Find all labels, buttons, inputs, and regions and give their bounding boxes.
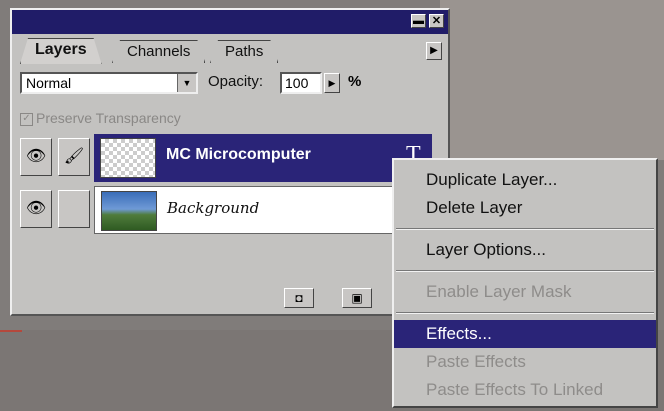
blend-opacity-row: Normal ▼ Opacity: 100 ▶ % — [20, 72, 440, 96]
menu-item-duplicate-layer[interactable]: Duplicate Layer... — [394, 166, 656, 194]
layer-row[interactable]: 👁 🖌 MC Microcomputer T — [16, 134, 432, 182]
eye-icon[interactable]: 👁 — [20, 190, 52, 228]
opacity-label: Opacity: — [208, 73, 264, 90]
preserve-transparency-label: Preserve Transparency — [36, 110, 181, 126]
layer-name: Background — [167, 199, 260, 217]
layer-context-menu: Duplicate Layer... Delete Layer Layer Op… — [392, 158, 658, 408]
palette-tabs: Layers Channels Paths ▶ — [20, 38, 442, 64]
menu-item-paste-effects[interactable]: Paste Effects — [394, 348, 656, 376]
layer-body-selected[interactable]: MC Microcomputer T — [94, 134, 432, 182]
opacity-unit: % — [348, 73, 362, 90]
menu-item-delete-layer[interactable]: Delete Layer — [394, 194, 656, 222]
chevron-down-icon[interactable]: ▼ — [177, 74, 196, 92]
checkbox-icon: ✓ — [20, 112, 33, 126]
layers-palette: ▬ ✕ Layers Channels Paths ▶ Normal ▼ Opa… — [10, 8, 450, 316]
layer-body[interactable]: Background — [94, 186, 432, 234]
palette-titlebar[interactable]: ▬ ✕ — [12, 10, 448, 34]
menu-item-effects[interactable]: Effects... — [394, 320, 656, 348]
menu-item-paste-effects-to-linked[interactable]: Paste Effects To Linked — [394, 376, 656, 404]
menu-separator — [396, 228, 654, 230]
menu-separator — [396, 270, 654, 272]
background-light-area — [440, 0, 664, 160]
close-icon[interactable]: ✕ — [429, 14, 444, 28]
eye-icon[interactable]: 👁 — [20, 138, 52, 176]
palette-menu-arrow-icon[interactable]: ▶ — [426, 42, 442, 60]
new-layer-icon[interactable]: ▣ — [342, 288, 372, 308]
layer-name: MC Microcomputer — [166, 146, 311, 163]
menu-item-layer-options[interactable]: Layer Options... — [394, 236, 656, 264]
layer-row[interactable]: 👁 Background — [16, 186, 432, 234]
menu-item-enable-layer-mask[interactable]: Enable Layer Mask — [394, 278, 656, 306]
tab-channels[interactable]: Channels — [112, 40, 205, 63]
blend-mode-value: Normal — [26, 75, 72, 91]
brush-icon[interactable]: 🖌 — [58, 138, 90, 176]
layer-thumbnail — [100, 138, 156, 178]
tab-paths[interactable]: Paths — [210, 40, 278, 63]
tab-layers[interactable]: Layers — [20, 38, 102, 64]
blend-mode-select[interactable]: Normal ▼ — [20, 72, 198, 94]
palette-bottom-bar: ◘ ▣ — [16, 286, 436, 310]
add-mask-icon[interactable]: ◘ — [284, 288, 314, 308]
background-accent-line — [0, 330, 22, 332]
opacity-input[interactable]: 100 — [280, 72, 322, 94]
preserve-transparency-checkbox[interactable]: ✓ Preserve Transparency — [20, 110, 181, 126]
layer-list: 👁 🖌 MC Microcomputer T 👁 Background — [16, 134, 432, 284]
menu-separator — [396, 312, 654, 314]
link-empty-cell[interactable] — [58, 190, 90, 228]
opacity-slider-arrow-icon[interactable]: ▶ — [324, 73, 340, 93]
layer-thumbnail — [101, 191, 157, 231]
minimize-icon[interactable]: ▬ — [411, 14, 426, 28]
